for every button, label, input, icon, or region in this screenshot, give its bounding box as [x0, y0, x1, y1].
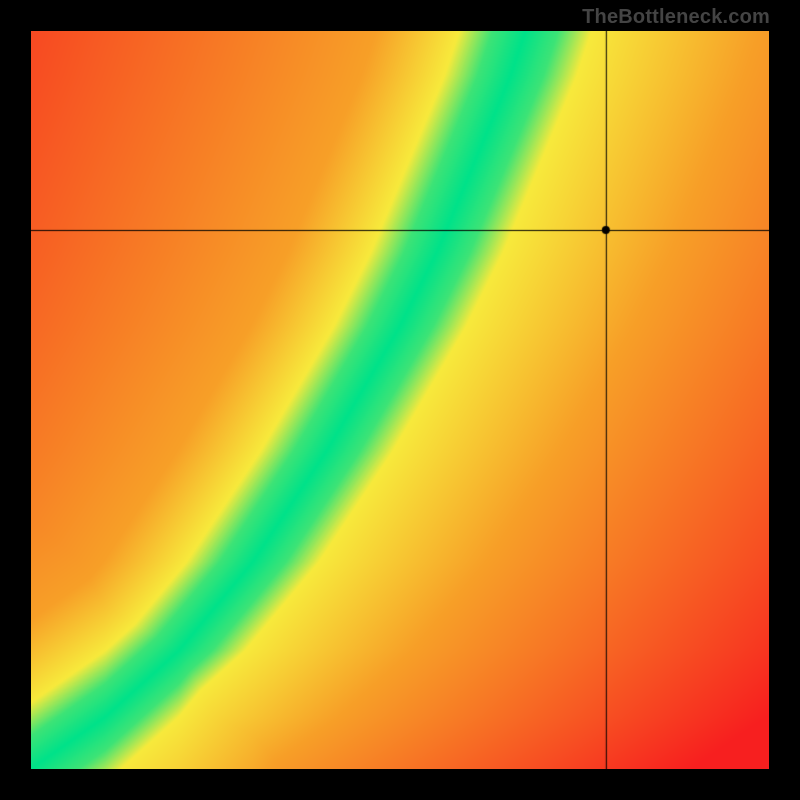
watermark-text: TheBottleneck.com	[582, 6, 770, 29]
heatmap-plot	[31, 31, 769, 769]
heatmap-canvas	[31, 31, 769, 769]
chart-container: TheBottleneck.com	[0, 0, 800, 800]
